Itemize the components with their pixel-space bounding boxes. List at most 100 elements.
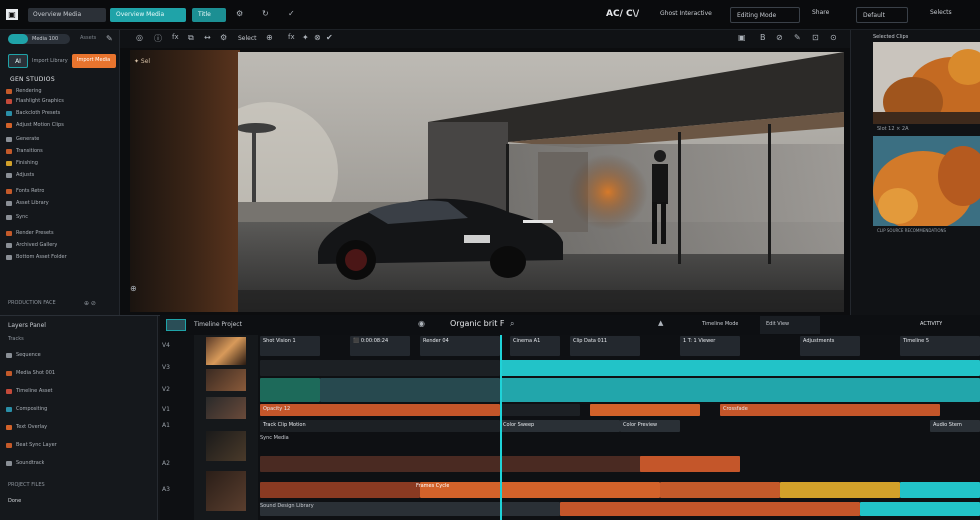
timeline-clip[interactable]: Opacity 12 — [260, 404, 500, 416]
thumbnail-1[interactable] — [873, 42, 980, 124]
tab-title[interactable]: Title — [192, 8, 226, 22]
timeline-monitor-thumb[interactable] — [166, 319, 186, 331]
timeline-clip[interactable] — [260, 378, 320, 402]
timeline-clip[interactable] — [500, 404, 580, 416]
track-label[interactable]: A3 — [162, 486, 170, 493]
done-label[interactable]: Done — [8, 498, 21, 504]
timeline-clip[interactable]: Color Preview — [620, 420, 680, 432]
timeline-clip[interactable]: Crossfade — [720, 404, 940, 416]
timeline-clip[interactable]: Track Clip Motion — [260, 420, 500, 432]
confirm-icon[interactable]: ✔ — [326, 33, 333, 42]
timeline-clip[interactable]: ⬛ 0:00:08:24 — [350, 336, 410, 356]
copy-icon[interactable]: ⧉ — [188, 33, 194, 43]
timeline-clip[interactable] — [660, 482, 780, 498]
app-logo[interactable]: ▣ — [6, 9, 18, 20]
layer-item[interactable]: Compositing — [6, 404, 114, 414]
timeline-clip[interactable]: Clip Data 011 — [570, 336, 640, 356]
effects-icon[interactable]: fx — [288, 33, 295, 41]
timeline-clip[interactable]: Audio Stem — [930, 420, 980, 432]
timeline-clip[interactable] — [860, 502, 980, 516]
track-label[interactable]: V3 — [162, 364, 170, 371]
panel-footer-right[interactable]: ⊕ ⊘ — [84, 300, 96, 307]
timeline-clip[interactable]: 1 T: 1 Viewer — [680, 336, 740, 356]
import-media-button[interactable]: Import Media — [72, 54, 116, 68]
edit-view-tab[interactable]: Edit View — [760, 316, 820, 334]
timeline-clip[interactable] — [260, 360, 500, 376]
frame-icon[interactable]: ▣ — [738, 33, 746, 42]
timeline-clip[interactable] — [900, 482, 980, 498]
project-files-label[interactable]: PROJECT FILES — [8, 482, 45, 488]
nav-item[interactable]: Render Presets — [6, 228, 114, 238]
project-label[interactable]: Ghost Interactive — [660, 10, 712, 17]
add-icon[interactable]: ⊕ — [266, 33, 273, 42]
timeline-clip[interactable]: Timeline 5 — [900, 336, 980, 356]
bold-icon[interactable]: B — [760, 33, 766, 42]
nav-item[interactable]: Adjusts — [6, 170, 114, 180]
viewer-zoom-icon[interactable]: ⊕ — [130, 284, 137, 293]
fx-icon[interactable]: fx — [172, 33, 179, 41]
ai-button[interactable]: AI — [8, 54, 28, 68]
crop-icon[interactable]: ⊡ — [812, 33, 819, 42]
nav-item[interactable]: Backcloth Presets — [6, 108, 114, 118]
timeline-clip[interactable] — [500, 360, 980, 376]
timeline-clip[interactable] — [640, 456, 740, 472]
media-toggle[interactable]: Media 100 — [8, 34, 70, 44]
nav-item[interactable]: Fonts Retro — [6, 186, 114, 196]
mask-icon[interactable]: ⊘ — [776, 33, 783, 42]
nav-item[interactable]: Archived Gallery — [6, 240, 114, 250]
timeline-clip[interactable] — [420, 482, 660, 498]
nav-item[interactable]: Rendering — [6, 86, 114, 96]
layer-item[interactable]: Soundtrack — [6, 458, 114, 468]
select-tool[interactable]: Select — [238, 35, 257, 42]
gear-icon[interactable]: ⚙ — [220, 33, 227, 42]
timeline-clip[interactable] — [590, 404, 700, 416]
track-label[interactable]: A2 — [162, 460, 170, 467]
settings-icon[interactable]: ⚙ — [236, 9, 243, 18]
nav-item[interactable]: Adjust Motion Clips — [6, 120, 114, 130]
playhead[interactable] — [500, 335, 502, 520]
sparkle-icon[interactable]: ✦ — [302, 33, 309, 42]
record-icon[interactable]: ⊙ — [830, 33, 837, 42]
tab-title-active[interactable]: Overview Media — [110, 8, 186, 22]
target-icon[interactable]: ◎ — [136, 33, 143, 42]
share-button[interactable]: Share — [812, 9, 829, 16]
layer-item[interactable]: Timeline Asset — [6, 386, 114, 396]
timeline-clip[interactable]: Shot Vision 1 — [260, 336, 320, 356]
swap-icon[interactable]: ↔ — [204, 33, 211, 42]
info-icon[interactable]: ⓘ — [154, 33, 162, 44]
timeline-clip[interactable] — [320, 378, 500, 402]
editing-mode-tab[interactable]: Editing Mode — [730, 7, 800, 23]
timeline-clip[interactable]: Cinema A1 — [510, 336, 560, 356]
search-icon[interactable]: ⌕ — [510, 319, 514, 329]
nav-item[interactable]: Finishing — [6, 158, 114, 168]
edit-icon[interactable]: ✎ — [794, 33, 801, 42]
nav-item[interactable]: Asset Library — [6, 198, 114, 208]
timeline-clip[interactable] — [560, 502, 860, 516]
thumbnail-2[interactable] — [873, 136, 980, 226]
eye-icon[interactable]: ◉ — [418, 319, 425, 328]
layer-item[interactable]: Beat Sync Layer — [6, 440, 114, 450]
selects-label[interactable]: Selects — [930, 9, 952, 16]
tab-overview[interactable]: Overview Media — [28, 8, 106, 22]
refresh-icon[interactable]: ↻ — [262, 9, 269, 18]
timeline-clip[interactable] — [500, 378, 980, 402]
timeline-clip[interactable] — [780, 482, 900, 498]
lock-icon[interactable]: ▲ — [658, 319, 663, 327]
track-label[interactable]: A1 — [162, 422, 170, 429]
timeline-clip[interactable]: Adjustments — [800, 336, 860, 356]
nav-item[interactable]: Transitions — [6, 146, 114, 156]
nav-item[interactable]: Sync — [6, 212, 114, 222]
track-label[interactable]: V2 — [162, 386, 170, 393]
timeline-clip[interactable]: Color Sweep — [500, 420, 620, 432]
program-monitor-frame[interactable] — [238, 52, 844, 312]
track-label[interactable]: V1 — [162, 406, 170, 413]
layer-item[interactable]: Media Shot 001 — [6, 368, 114, 378]
pen-icon[interactable]: ✎ — [106, 34, 113, 43]
activity-label[interactable]: ACTIVITY — [920, 321, 942, 327]
layer-item[interactable]: Text Overlay — [6, 422, 114, 432]
nav-item[interactable]: Bottom Asset Folder — [6, 252, 114, 262]
timeline-clip[interactable] — [260, 482, 420, 498]
track-label[interactable]: V4 — [162, 342, 170, 349]
nav-item[interactable]: Flashlight Graphics — [6, 96, 114, 106]
layer-item[interactable]: Sequence — [6, 350, 114, 360]
